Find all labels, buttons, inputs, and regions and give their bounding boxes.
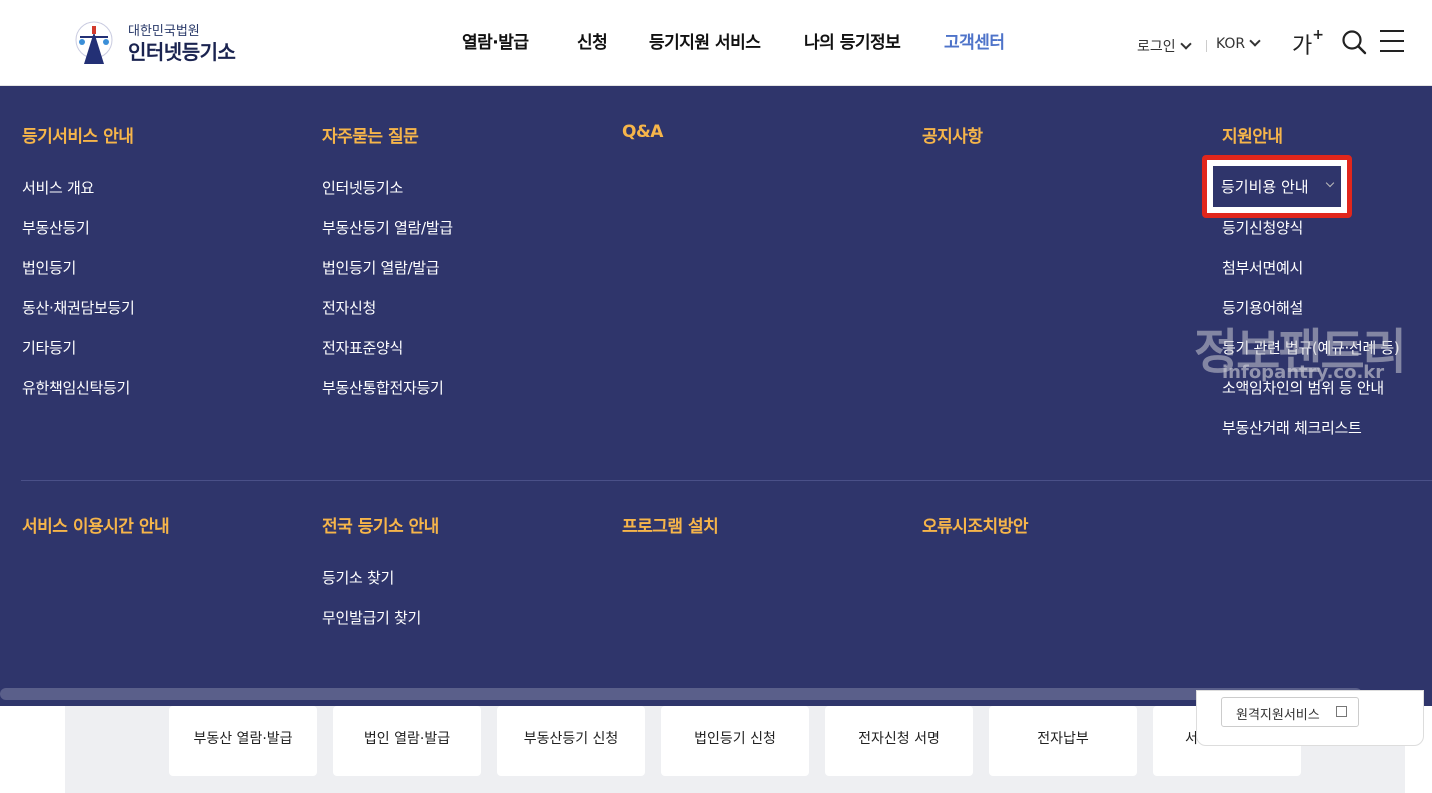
- registry-fee-item[interactable]: 등기비용 안내: [1213, 166, 1341, 207]
- quick-link-card[interactable]: 법인 열람·발급: [333, 706, 481, 776]
- quick-link-card[interactable]: 부동산 열람·발급: [169, 706, 317, 776]
- quick-link-card[interactable]: 전자납부: [989, 706, 1137, 776]
- menu-item[interactable]: 부동산거래 체크리스트: [1222, 417, 1362, 438]
- menu-item[interactable]: 등기소 찾기: [322, 567, 394, 588]
- menu-item[interactable]: 서비스 개요: [22, 177, 94, 198]
- divider: [1206, 40, 1207, 52]
- registry-fee-label: 등기비용 안내: [1221, 178, 1309, 196]
- remote-support-label: 원격지원서비스: [1236, 708, 1320, 723]
- nav-item-customer-center[interactable]: 고객센터: [944, 28, 1005, 53]
- hamburger-menu-icon[interactable]: [1380, 30, 1406, 52]
- menu-item[interactable]: 등기신청양식: [1222, 217, 1303, 238]
- menu-item[interactable]: 기타등기: [22, 337, 76, 358]
- login-label: 로그인: [1137, 39, 1176, 55]
- menu-item[interactable]: 무인발급기 찾기: [322, 607, 421, 628]
- menu-item[interactable]: 동산·채권담보등기: [22, 297, 135, 318]
- court-emblem-icon: [75, 21, 113, 64]
- quick-link-card[interactable]: 부동산등기 신청: [497, 706, 645, 776]
- quick-link-label: 부동산 열람·발급: [193, 731, 293, 747]
- menu-title-error-fix[interactable]: 오류시조치방안: [922, 512, 1028, 537]
- menu-item[interactable]: 부동산등기: [22, 217, 90, 238]
- quick-link-card[interactable]: 법인등기 신청: [661, 706, 809, 776]
- highlighted-menu-item-registry-fee[interactable]: 등기비용 안내: [1202, 155, 1352, 218]
- menu-item[interactable]: 부동산등기 열람/발급: [322, 217, 453, 238]
- site-header: 대한민국법원 인터넷등기소 열람·발급 신청 등기지원 서비스 나의 등기정보 …: [0, 0, 1432, 86]
- menu-title-service-guide[interactable]: 등기서비스 안내: [22, 122, 134, 147]
- font-size-label: 가: [1292, 34, 1313, 59]
- quick-link-label: 법인 열람·발급: [363, 731, 451, 747]
- quick-link-label: 전자납부: [1037, 731, 1089, 747]
- menu-item[interactable]: 법인등기: [22, 257, 76, 278]
- menu-title-qna[interactable]: Q&A: [622, 122, 663, 142]
- nav-item-support-service[interactable]: 등기지원 서비스: [649, 28, 761, 53]
- nav-item-view-issue[interactable]: 열람·발급: [462, 28, 529, 53]
- menu-title-registry-offices[interactable]: 전국 등기소 안내: [322, 512, 439, 537]
- language-label: KOR: [1216, 36, 1246, 52]
- chevron-down-icon: [1249, 35, 1261, 47]
- menu-item[interactable]: 부동산통합전자등기: [322, 377, 444, 398]
- external-link-icon: [1336, 706, 1347, 717]
- quick-link-label: 부동산등기 신청: [523, 731, 619, 747]
- remote-support-popup: 원격지원서비스: [1196, 690, 1424, 746]
- chevron-down-icon: [1325, 178, 1335, 188]
- menu-title-support-guide[interactable]: 지원안내: [1222, 122, 1283, 147]
- remote-support-button[interactable]: 원격지원서비스: [1221, 697, 1359, 727]
- menu-item[interactable]: 법인등기 열람/발급: [322, 257, 440, 278]
- menu-item[interactable]: 첨부서면예시: [1222, 257, 1303, 278]
- menu-divider: [21, 480, 1432, 481]
- quick-link-label: 전자신청 서명: [858, 731, 940, 747]
- quick-link-label: 법인등기 신청: [694, 731, 776, 747]
- nav-item-apply[interactable]: 신청: [577, 28, 608, 53]
- menu-title-faq[interactable]: 자주묻는 질문: [322, 122, 419, 147]
- menu-item[interactable]: 유한책임신탁등기: [22, 377, 130, 398]
- menu-item[interactable]: 인터넷등기소: [322, 177, 403, 198]
- plus-icon: +: [1312, 26, 1324, 43]
- search-icon[interactable]: [1341, 29, 1367, 55]
- site-logo[interactable]: 대한민국법원 인터넷등기소: [66, 14, 246, 72]
- menu-title-notice[interactable]: 공지사항: [922, 122, 983, 147]
- watermark-url: infopantry.co.kr: [1222, 362, 1385, 383]
- language-dropdown[interactable]: KOR: [1216, 35, 1261, 52]
- login-dropdown[interactable]: 로그인: [1137, 36, 1192, 56]
- font-size-button[interactable]: 가+: [1292, 26, 1324, 60]
- menu-title-service-hours[interactable]: 서비스 이용시간 안내: [22, 512, 170, 537]
- menu-item[interactable]: 전자표준양식: [322, 337, 403, 358]
- menu-item[interactable]: 전자신청: [322, 297, 376, 318]
- horizontal-scrollbar[interactable]: [0, 688, 1362, 700]
- logo-title: 인터넷등기소: [128, 40, 236, 64]
- menu-title-program-install[interactable]: 프로그램 설치: [622, 512, 719, 537]
- chevron-down-icon: [1179, 38, 1192, 50]
- quick-link-card[interactable]: 전자신청 서명: [825, 706, 973, 776]
- nav-item-my-info[interactable]: 나의 등기정보: [804, 28, 901, 53]
